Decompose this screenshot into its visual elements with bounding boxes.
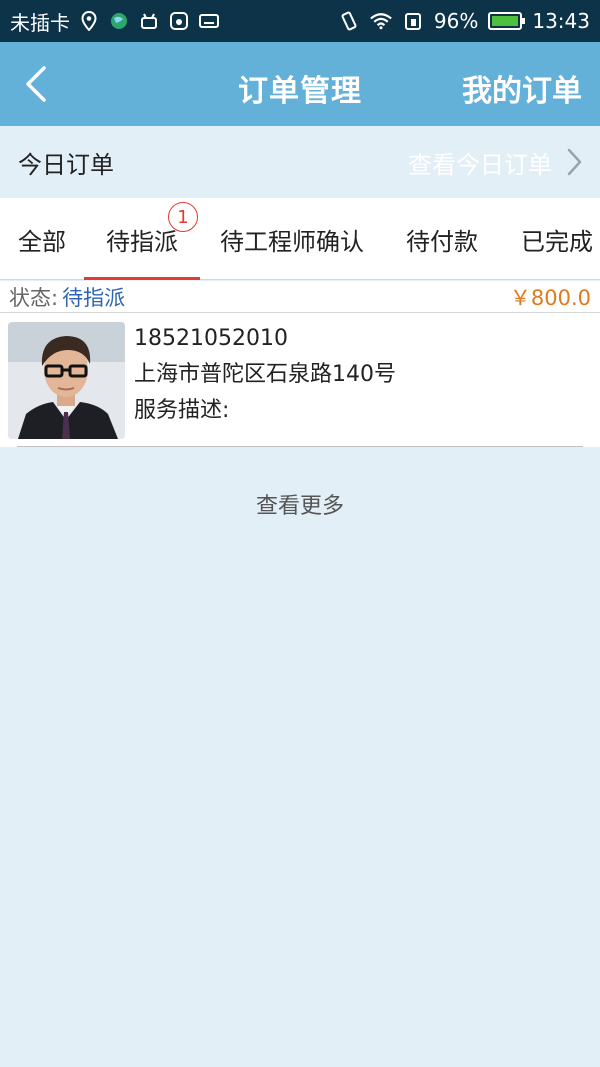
view-more-button[interactable]: 查看更多	[0, 488, 600, 520]
tab-label: 待工程师确认	[220, 227, 364, 256]
status-value: 待指派	[62, 285, 126, 310]
keyboard-icon	[198, 10, 220, 32]
status-bar: 未插卡 96% 13:43	[0, 0, 600, 42]
clock-time: 13:43	[532, 9, 590, 33]
customer-address: 上海市普陀区石泉路140号	[134, 362, 396, 387]
tab-label: 已完成	[521, 227, 593, 256]
order-status-row: 状态: 待指派 ￥800.0	[0, 281, 600, 313]
globe-app-icon	[108, 10, 130, 32]
tab-all[interactable]: 全部	[8, 198, 76, 280]
service-description-label: 服务描述:	[134, 398, 230, 423]
location-icon	[78, 10, 100, 32]
tab-label: 待付款	[406, 227, 478, 256]
view-today-orders-label: 查看今日订单	[408, 150, 552, 179]
view-today-orders-link[interactable]: 查看今日订单	[408, 145, 582, 180]
chevron-right-icon	[567, 148, 582, 176]
customer-phone: 18521052010	[134, 326, 288, 351]
app-header: 订单管理 我的订单	[0, 42, 600, 126]
tab-label: 待指派	[106, 227, 178, 256]
order-price: ￥800.0	[509, 285, 591, 310]
sim-signal-icon	[402, 10, 424, 32]
tab-label: 全部	[18, 227, 66, 256]
android-icon	[138, 10, 160, 32]
order-info: 18521052010 上海市普陀区石泉路140号 服务描述:	[134, 321, 590, 429]
order-status-tabs: 全部 待指派 1 待工程师确认 待付款 已完成	[0, 198, 600, 280]
tab-pending-engineer-confirm[interactable]: 待工程师确认	[210, 198, 374, 280]
divider	[17, 446, 583, 447]
tab-pending-assignment[interactable]: 待指派 1	[84, 198, 200, 280]
today-orders-label: 今日订单	[18, 150, 114, 179]
carrier-text: 未插卡	[10, 10, 70, 35]
tab-completed[interactable]: 已完成	[514, 198, 600, 280]
tab-count-badge: 1	[168, 202, 198, 232]
tab-pending-payment[interactable]: 待付款	[396, 198, 488, 280]
vibrate-icon	[338, 10, 360, 32]
customer-avatar	[8, 322, 125, 439]
my-orders-button[interactable]: 我的订单	[462, 66, 582, 110]
today-orders-row[interactable]: 今日订单 查看今日订单	[0, 126, 600, 198]
wifi-icon	[370, 10, 392, 32]
battery-percent: 96%	[433, 9, 479, 33]
app-notification-icon	[168, 10, 190, 32]
order-card[interactable]: 状态: 待指派 ￥800.0 18521052010 上海市普陀区石泉路140号…	[0, 281, 600, 447]
status-label: 状态:	[9, 285, 59, 310]
battery-icon	[488, 12, 526, 30]
